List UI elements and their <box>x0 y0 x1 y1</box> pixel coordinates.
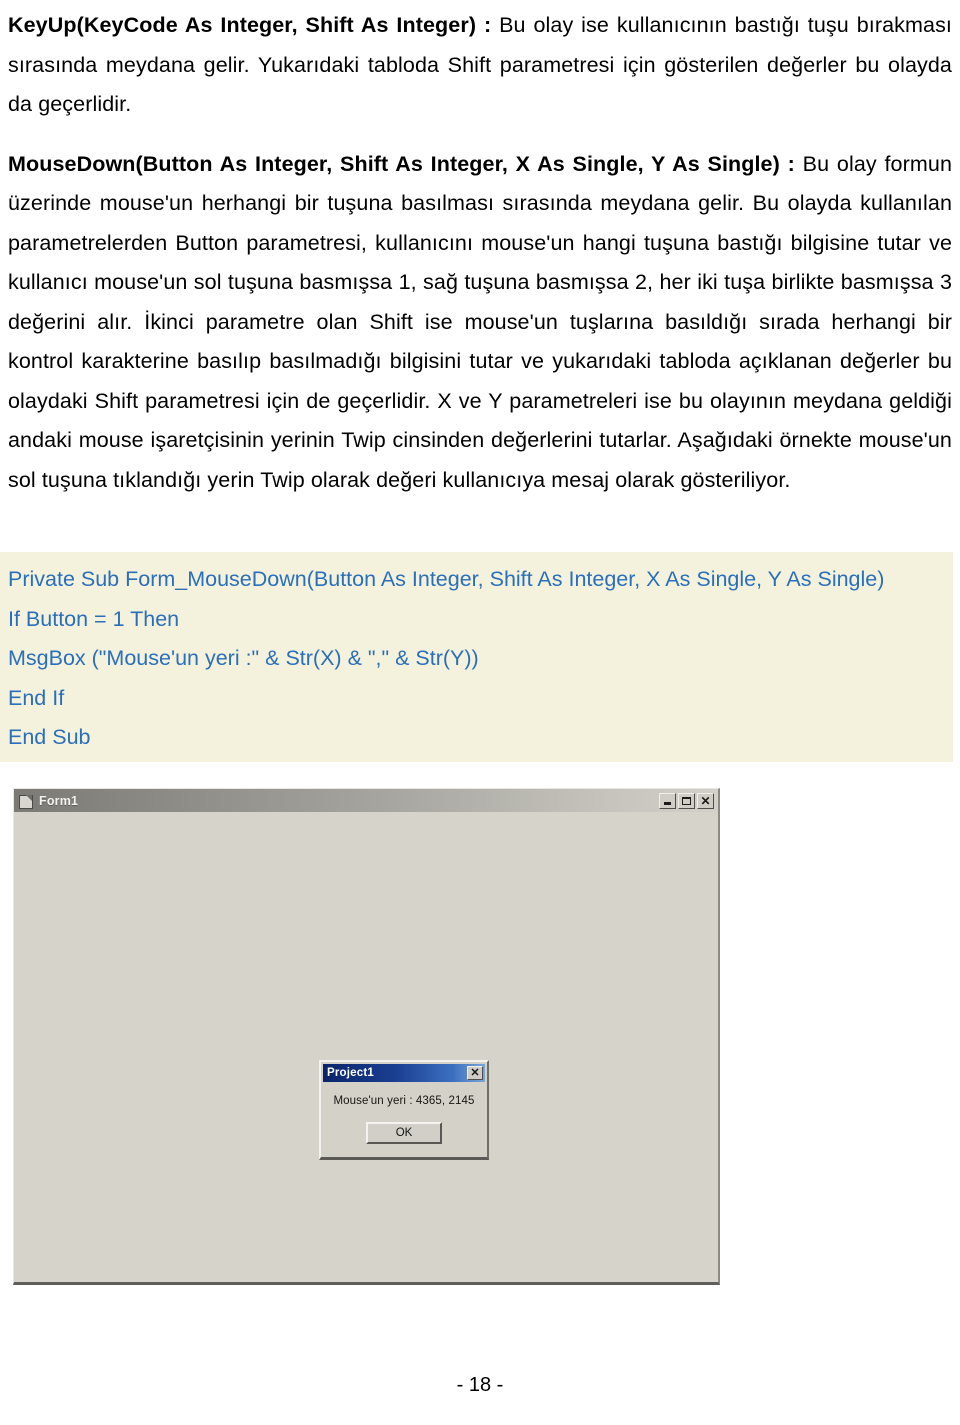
code-line: Private Sub Form_MouseDown(Button As Int… <box>8 567 885 591</box>
form-title-label: Form1 <box>39 793 79 808</box>
paragraph-mousedown: MouseDown(Button As Integer, Shift As In… <box>8 125 952 501</box>
form-document-icon <box>18 794 33 809</box>
minimize-icon <box>664 802 671 805</box>
message-box-close-button[interactable]: ✕ <box>467 1066 483 1080</box>
close-icon: ✕ <box>700 793 711 808</box>
ok-button[interactable]: OK <box>366 1122 442 1144</box>
paragraph-keyup: KeyUp(KeyCode As Integer, Shift As Integ… <box>8 0 952 125</box>
code-block-inner: Private Sub Form_MouseDown(Button As Int… <box>0 552 953 758</box>
message-box-title-label: Project1 <box>327 1067 374 1079</box>
maximize-button[interactable] <box>678 792 695 809</box>
message-box-button-row: OK <box>321 1122 487 1144</box>
code-line: If Button = 1 Then <box>8 606 180 631</box>
code-line: MsgBox ("Mouse'un yeri :" & Str(X) & ","… <box>8 646 479 670</box>
close-button[interactable]: ✕ <box>697 792 714 809</box>
message-box-dialog: Project1 ✕ Mouse'un yeri : 4365, 2145 OK <box>319 1060 489 1160</box>
message-box-text: Mouse'un yeri : 4365, 2145 <box>333 1095 475 1107</box>
code-line: End If <box>8 685 65 710</box>
form-window-controls: ✕ <box>659 792 714 809</box>
form-client-area[interactable]: Project1 ✕ Mouse'un yeri : 4365, 2145 OK <box>14 812 718 1282</box>
vb-form-window: Form1 ✕ Project1 ✕ Mouse'un yeri : 4365,… <box>13 788 720 1285</box>
keyup-signature-heading: KeyUp(KeyCode As Integer, Shift As Integ… <box>8 13 492 37</box>
code-line: End Sub <box>8 725 91 749</box>
document-body: KeyUp(KeyCode As Integer, Shift As Integ… <box>8 0 952 500</box>
maximize-icon <box>682 796 691 805</box>
minimize-button[interactable] <box>659 792 676 809</box>
mousedown-paragraph-text: Bu olay formun üzerinde mouse'un herhang… <box>8 151 952 492</box>
code-block: Private Sub Form_MouseDown(Button As Int… <box>0 552 953 762</box>
form-titlebar[interactable]: Form1 ✕ <box>14 789 718 812</box>
mousedown-signature-heading: MouseDown(Button As Integer, Shift As In… <box>8 151 795 176</box>
page-number-footer: - 18 - <box>456 1374 504 1396</box>
message-box-titlebar[interactable]: Project1 ✕ <box>323 1064 485 1082</box>
